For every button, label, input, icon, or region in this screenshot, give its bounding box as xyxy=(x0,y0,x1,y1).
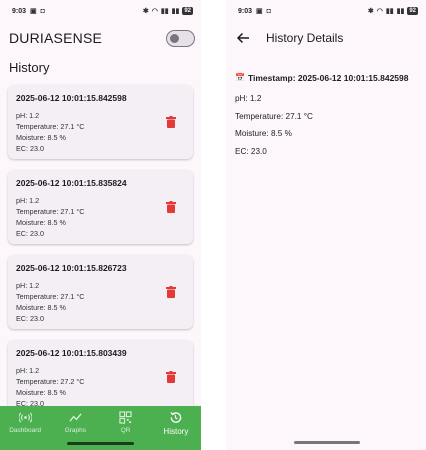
card-timestamp: 2025-06-12 10:01:15.842598 xyxy=(16,93,127,103)
nav-label: History xyxy=(163,427,189,436)
card-moisture: Moisture: 8.5 % xyxy=(16,303,66,312)
nav-qr[interactable]: QR xyxy=(101,411,151,434)
detail-ec: EC: 23.0 xyxy=(235,146,267,156)
card-temperature: Temperature: 27.1 °C xyxy=(16,122,85,131)
status-time: 9:03 xyxy=(12,7,27,15)
detail-timestamp: 📅 Timestamp: 2025-06-12 10:01:15.842598 xyxy=(235,72,417,84)
card-ph: pH: 1.2 xyxy=(16,281,40,290)
card-temperature: Temperature: 27.1 °C xyxy=(16,292,85,301)
detail-timestamp-text: Timestamp: 2025-06-12 10:01:15.842598 xyxy=(247,73,409,83)
status-time: 9:03 xyxy=(238,7,253,15)
nav-history[interactable]: History xyxy=(151,411,201,436)
detail-moisture: Moisture: 8.5 % xyxy=(235,129,292,138)
status-bar: 9:03 ▣ ◘ ✱ ◠ ▮▮ ▮▮ 92 xyxy=(0,0,201,22)
home-indicator xyxy=(67,442,134,445)
delete-icon[interactable] xyxy=(166,116,176,128)
card-ec: EC: 23.0 xyxy=(16,314,44,323)
signal-icon-2: ▮▮ xyxy=(396,7,405,15)
calendar-icon: 📅 xyxy=(235,73,245,82)
card-ph: pH: 1.2 xyxy=(16,111,40,120)
app-bar: DURIASENSE xyxy=(0,22,201,54)
signal-icon: ▮▮ xyxy=(385,7,394,15)
battery-icon: 92 xyxy=(182,7,193,15)
nav-label: QR xyxy=(120,427,131,434)
notification-icon: ▣ xyxy=(256,7,263,15)
app-notification-icon: ◘ xyxy=(40,7,45,15)
app-bar: History Details xyxy=(226,22,426,54)
home-indicator xyxy=(294,441,360,444)
delete-icon[interactable] xyxy=(166,371,176,383)
delete-icon[interactable] xyxy=(166,286,176,298)
history-card[interactable]: 2025-06-12 10:01:15.835824 pH: 1.2 Tempe… xyxy=(8,170,193,244)
app-notification-icon: ◘ xyxy=(266,7,271,15)
card-moisture: Moisture: 8.5 % xyxy=(16,388,66,397)
history-card[interactable]: 2025-06-12 10:01:15.803439 pH: 1.2 Tempe… xyxy=(8,340,193,414)
card-ec: EC: 23.0 xyxy=(16,144,44,153)
card-moisture: Moisture: 8.5 % xyxy=(16,218,66,227)
theme-toggle[interactable] xyxy=(166,29,195,47)
battery-icon: 92 xyxy=(407,7,418,15)
history-screen: 9:03 ▣ ◘ ✱ ◠ ▮▮ ▮▮ 92 DURIASENSE History… xyxy=(0,0,201,450)
sensor-icon xyxy=(18,412,32,423)
detail-ph: pH: 1.2 xyxy=(235,94,262,103)
detail-temperature: Temperature: 27.1 °C xyxy=(235,111,313,121)
history-title: History xyxy=(9,60,50,75)
history-card[interactable]: 2025-06-12 10:01:15.826723 pH: 1.2 Tempe… xyxy=(8,255,193,329)
card-moisture: Moisture: 8.5 % xyxy=(16,133,66,142)
toggle-knob xyxy=(170,33,179,43)
wifi-icon: ◠ xyxy=(151,7,158,15)
app-title: DURIASENSE xyxy=(9,30,103,46)
wifi-icon: ◠ xyxy=(376,7,383,15)
card-timestamp: 2025-06-12 10:01:15.826723 xyxy=(16,263,127,273)
screenshot-pair: 9:03 ▣ ◘ ✱ ◠ ▮▮ ▮▮ 92 DURIASENSE History… xyxy=(0,0,426,450)
history-details-screen: 9:03 ▣ ◘ ✱ ◠ ▮▮ ▮▮ 92 History Details 📅 … xyxy=(226,0,426,450)
history-icon xyxy=(170,412,182,423)
details-panel: 📅 Timestamp: 2025-06-12 10:01:15.842598 … xyxy=(226,54,426,182)
card-temperature: Temperature: 27.1 °C xyxy=(16,207,85,216)
status-bar: 9:03 ▣ ◘ ✱ ◠ ▮▮ ▮▮ 92 xyxy=(226,0,426,22)
bluetooth-icon: ✱ xyxy=(142,7,149,15)
card-timestamp: 2025-06-12 10:01:15.835824 xyxy=(16,178,127,188)
card-temperature: Temperature: 27.2 °C xyxy=(16,377,85,386)
history-list: 2025-06-12 10:01:15.842598 pH: 1.2 Tempe… xyxy=(0,85,201,414)
nav-label: Dashboard xyxy=(9,427,42,434)
notification-icon: ▣ xyxy=(30,7,37,15)
nav-graphs[interactable]: Graphs xyxy=(50,411,100,434)
card-timestamp: 2025-06-12 10:01:15.803439 xyxy=(16,348,127,358)
delete-icon[interactable] xyxy=(166,201,176,213)
page-title: History Details xyxy=(266,31,344,45)
history-card[interactable]: 2025-06-12 10:01:15.842598 pH: 1.2 Tempe… xyxy=(8,85,193,159)
card-ph: pH: 1.2 xyxy=(16,366,40,375)
signal-icon: ▮▮ xyxy=(160,7,169,15)
card-ec: EC: 23.0 xyxy=(16,229,44,238)
card-ph: pH: 1.2 xyxy=(16,196,40,205)
qr-code-icon xyxy=(119,411,132,424)
nav-dashboard[interactable]: Dashboard xyxy=(0,411,50,434)
bluetooth-icon: ✱ xyxy=(367,7,374,15)
bottom-navigation: Dashboard Graphs QR History xyxy=(0,406,201,450)
nav-label: Graphs xyxy=(64,427,87,434)
trend-chart-icon xyxy=(69,413,82,422)
signal-icon-2: ▮▮ xyxy=(171,7,180,15)
back-arrow-icon[interactable] xyxy=(236,31,250,45)
